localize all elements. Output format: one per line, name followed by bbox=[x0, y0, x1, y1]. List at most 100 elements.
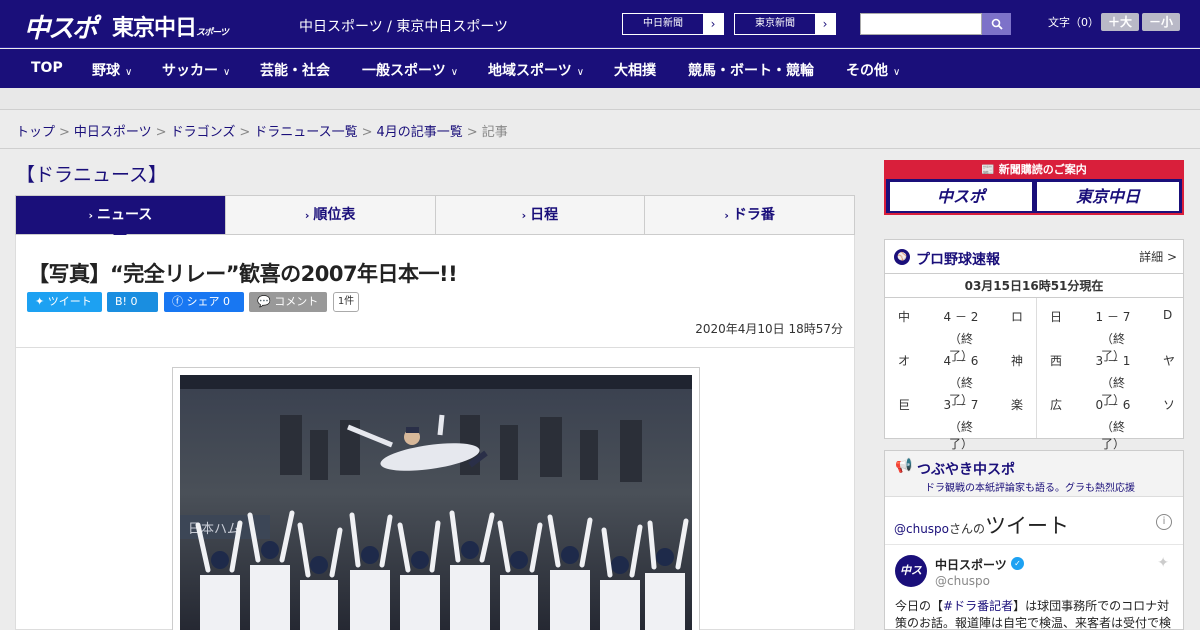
breadcrumb-separator: > bbox=[361, 125, 373, 140]
tokyo-logo-text: 東京中日 bbox=[112, 16, 197, 41]
breadcrumb-dragons[interactable]: ドラゴンズ bbox=[171, 125, 236, 140]
tab-standings[interactable]: › 順位表 bbox=[226, 196, 436, 234]
nav-item-label: 野球 bbox=[92, 63, 120, 79]
tab-dora-ban[interactable]: › ドラ番 bbox=[645, 196, 854, 234]
breadcrumb-dora-news-list[interactable]: ドラニュース一覧 bbox=[254, 125, 357, 140]
game-score[interactable]: 巨 3 － 7 楽 （終了） bbox=[885, 386, 1033, 451]
tweets-handle-link[interactable]: @chuspo bbox=[894, 522, 949, 536]
score: 3 － 1 bbox=[1095, 354, 1131, 368]
subscription-heading: 📰 新聞購読のご案内 bbox=[886, 160, 1182, 179]
chuspo-logo[interactable]: 中スポ bbox=[24, 8, 98, 45]
score: 0 － 6 bbox=[1095, 398, 1131, 412]
tweet-hashtag-link[interactable]: #ドラ番記者 bbox=[943, 599, 1013, 613]
nav-item-other[interactable]: その他 ∨ bbox=[846, 60, 900, 80]
breadcrumb-current: 記事 bbox=[481, 125, 508, 140]
chevron-right-icon: › bbox=[521, 209, 527, 222]
chevron-right-icon: › bbox=[703, 14, 723, 34]
avatar[interactable]: 中スポ bbox=[895, 555, 927, 609]
game-status: （終了） bbox=[948, 420, 973, 451]
twitter-bird-icon[interactable]: ✦ bbox=[1157, 555, 1169, 571]
chunichi-shimbun-label: 中日新聞 bbox=[643, 18, 683, 29]
nav-item-general-sports[interactable]: 一般スポーツ ∨ bbox=[362, 60, 458, 80]
breadcrumb-separator: > bbox=[59, 125, 70, 140]
subscription-heading-text: 新聞購読のご案内 bbox=[998, 163, 1087, 176]
article-date: 2020年4月10日 18時57分 bbox=[695, 322, 843, 336]
tab-news[interactable]: › ニュース bbox=[16, 196, 226, 241]
comment-count: 1件 bbox=[333, 292, 359, 312]
tab-label: 日程 bbox=[530, 207, 559, 223]
verified-badge-icon: ✓ bbox=[1011, 557, 1024, 570]
subscription-chuspo-logo[interactable]: 中スポ bbox=[890, 182, 1032, 211]
tokyo-chunichi-logo[interactable]: 東京中日スポーツ bbox=[112, 10, 229, 42]
baseball-icon: ⚾ bbox=[894, 249, 910, 265]
hatena-bookmark-button[interactable]: B! 0 bbox=[107, 292, 158, 312]
font-increase-button[interactable]: ＋大 bbox=[1101, 13, 1139, 31]
breadcrumb-top[interactable]: トップ bbox=[16, 125, 55, 140]
tweets-title: つぶやき中スポ bbox=[917, 462, 1015, 478]
tweet-account-handle[interactable]: @chuspo bbox=[935, 574, 990, 588]
breadcrumb-separator: > bbox=[155, 125, 167, 140]
nav-item-label: 一般スポーツ bbox=[362, 63, 446, 79]
tweet-button[interactable]: ✦ ツイート bbox=[27, 292, 102, 312]
nav-item-racing[interactable]: 競馬・ボート・競輪 bbox=[688, 60, 814, 80]
nav-item-top[interactable]: TOP bbox=[31, 60, 63, 76]
nav-item-sumo[interactable]: 大相撲 bbox=[614, 60, 656, 80]
hatena-label: B! 0 bbox=[115, 295, 138, 308]
team-away: ヤ bbox=[1163, 354, 1176, 368]
font-decrease-button[interactable]: －小 bbox=[1142, 13, 1180, 31]
article: 【写真】“完全リレー”歓喜の2007年日本一!! ✦ ツイート B! 0 ⓕ シ… bbox=[15, 235, 855, 630]
tweet-text-pre: 今日の【 bbox=[895, 599, 944, 613]
info-icon[interactable]: i bbox=[1156, 514, 1172, 530]
celebration-photo-illustration: 日本ハム bbox=[180, 375, 692, 630]
team-home: 広 bbox=[1050, 398, 1063, 412]
article-photo-frame: 日本ハム bbox=[172, 367, 700, 630]
game-score[interactable]: 広 0 － 6 ソ （終了） bbox=[1037, 386, 1185, 451]
tweets-word: ツイート bbox=[985, 514, 1070, 538]
comment-button[interactable]: 💬 コメント bbox=[249, 292, 327, 312]
nav-item-label: 競馬・ボート・競輪 bbox=[688, 63, 814, 79]
sub-nav-bar bbox=[0, 88, 1200, 110]
article-photo[interactable]: 日本ハム bbox=[180, 375, 692, 630]
team-away: 神 bbox=[1011, 354, 1024, 368]
chevron-right-icon: › bbox=[88, 209, 93, 222]
score: 4 － 2 bbox=[943, 310, 979, 324]
tweets-divider bbox=[885, 544, 1183, 545]
game-score[interactable]: 西 3 － 1 ヤ （終了） bbox=[1037, 342, 1185, 407]
team-away: ロ bbox=[1011, 310, 1024, 324]
nav-item-label: サッカー bbox=[162, 63, 218, 79]
article-headline: 【写真】“完全リレー”歓喜の2007年日本一!! bbox=[28, 262, 458, 286]
chunichi-shimbun-link[interactable]: 中日新聞 › bbox=[622, 13, 724, 35]
nav-item-soccer[interactable]: サッカー ∨ bbox=[162, 60, 230, 80]
game-score[interactable]: 日 1 － 7 D （終了） bbox=[1037, 298, 1185, 363]
nav-item-baseball[interactable]: 野球 ∨ bbox=[92, 60, 132, 80]
tokyo-shimbun-link[interactable]: 東京新聞 › bbox=[734, 13, 836, 35]
breadcrumb-april-articles[interactable]: 4月の記事一覧 bbox=[377, 125, 463, 140]
game-status: （終了） bbox=[1100, 420, 1125, 451]
baseball-title: プロ野球速報 bbox=[916, 252, 1000, 268]
nav-item-label: 大相撲 bbox=[614, 63, 656, 79]
twitter-icon: ✦ bbox=[35, 295, 48, 308]
team-home: 日 bbox=[1050, 310, 1063, 324]
subscription-tokyo-logo[interactable]: 東京中日 bbox=[1037, 182, 1179, 211]
baseball-detail-link[interactable]: 詳細 > bbox=[1139, 248, 1177, 265]
tweets-san-no: さんの bbox=[949, 522, 986, 536]
game-score[interactable]: オ 4 － 6 神 （終了） bbox=[885, 342, 1033, 407]
breadcrumb-divider bbox=[0, 148, 1200, 149]
chevron-right-icon: › bbox=[304, 209, 310, 222]
facebook-label: シェア 0 bbox=[186, 295, 231, 308]
score: 3 － 7 bbox=[943, 398, 979, 412]
search-button[interactable] bbox=[982, 13, 1011, 35]
tweet-account-name[interactable]: 中日スポーツ bbox=[935, 556, 1007, 573]
tab-schedule[interactable]: › 日程 bbox=[436, 196, 646, 234]
search-input[interactable] bbox=[860, 13, 982, 35]
section-title: 【ドラニュース】 bbox=[16, 164, 168, 186]
subscription-banner[interactable]: 📰 新聞購読のご案内 中スポ 東京中日 bbox=[884, 160, 1184, 215]
breadcrumb-chunichi-sports[interactable]: 中日スポーツ bbox=[74, 125, 152, 140]
speech-bubble-icon: 💬 bbox=[257, 295, 275, 308]
main-nav: TOP 野球 ∨ サッカー ∨ 芸能・社会 一般スポーツ ∨ 地域スポーツ ∨ 大相撲 … bbox=[0, 49, 1200, 88]
game-score[interactable]: 中 4 － 2 ロ （終了） bbox=[885, 298, 1033, 363]
nav-item-entertainment[interactable]: 芸能・社会 bbox=[260, 60, 330, 80]
chevron-down-icon: ∨ bbox=[223, 67, 231, 78]
nav-item-local-sports[interactable]: 地域スポーツ ∨ bbox=[488, 60, 584, 80]
facebook-share-button[interactable]: ⓕ シェア 0 bbox=[164, 292, 244, 312]
